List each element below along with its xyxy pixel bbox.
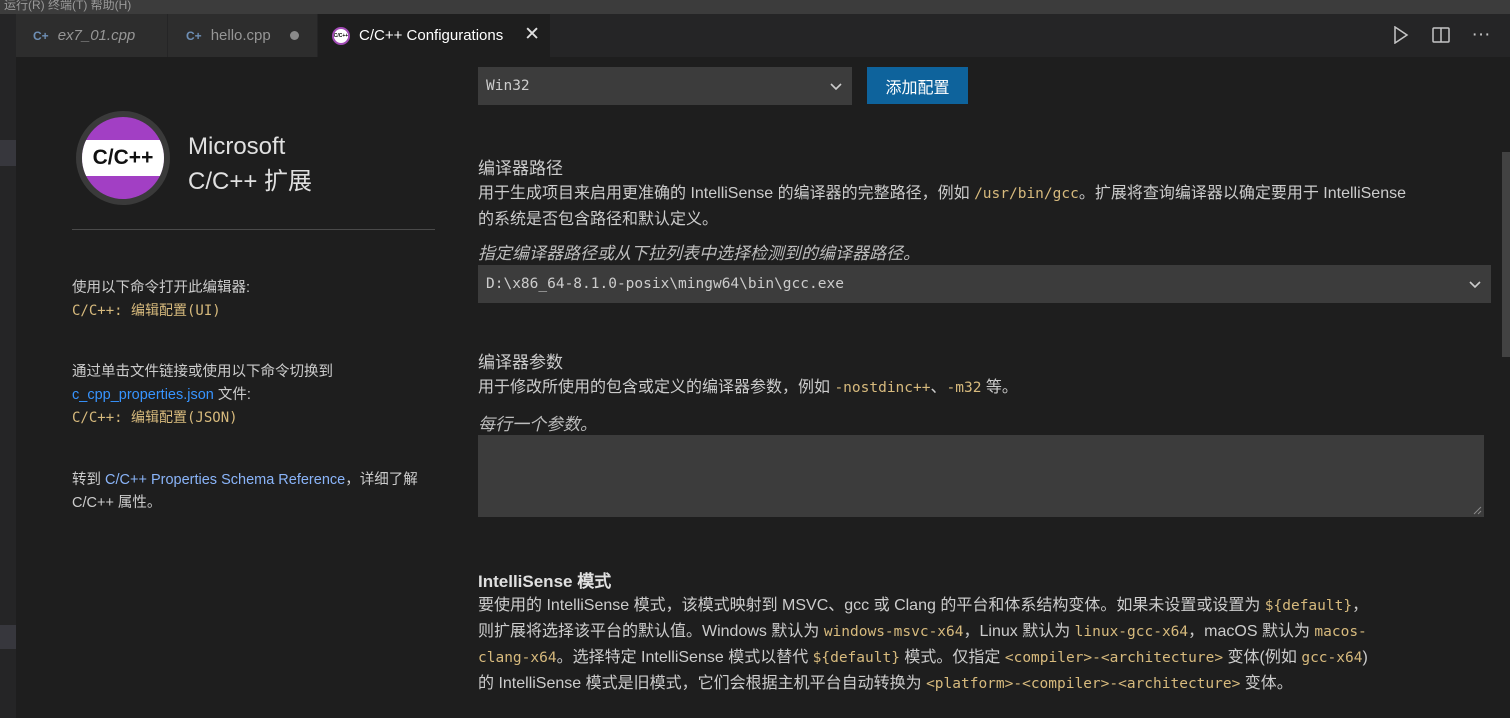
split-editor-icon[interactable] — [1428, 22, 1454, 48]
intellisense-mode-title: IntelliSense 模式 — [478, 572, 612, 591]
cpp-logo-text: C/C++ — [82, 140, 164, 176]
desc-code: windows-msvc-x64 — [823, 624, 964, 640]
tab-ex7-01[interactable]: C+ ex7_01.cpp — [16, 14, 168, 57]
desc-code: <platform>-<compiler>-<architecture> — [926, 676, 1241, 692]
tab-label: C/C++ Configurations — [359, 27, 504, 44]
tab-hello[interactable]: C+ hello.cpp — [168, 14, 318, 57]
menu-bar: 运行(R) 终端(T) 帮助(H) — [0, 0, 1510, 14]
desc-code: /usr/bin/gcc — [974, 186, 1079, 202]
open-editor-help: 使用以下命令打开此编辑器: C/C++: 编辑配置(UI) — [72, 277, 432, 323]
compiler-path-select[interactable]: D:\x86_64-8.1.0-posix\mingw64\bin\gcc.ex… — [478, 265, 1491, 303]
brand-subtitle: C/C++ 扩展 — [188, 168, 313, 195]
desc-text: 模式。仅指定 — [899, 649, 1005, 666]
desc-text: 、 — [930, 379, 947, 396]
close-icon[interactable]: ✕ — [524, 23, 540, 46]
desc-text: 变体(例如 — [1223, 649, 1302, 666]
activity-highlight — [0, 625, 16, 649]
chevron-down-icon — [1469, 281, 1481, 289]
run-icon[interactable] — [1388, 22, 1414, 48]
more-actions-icon[interactable]: ··· — [1468, 22, 1494, 48]
activity-highlight — [0, 140, 16, 166]
desc-text: 用于生成项目来启用更准确的 IntelliSense 的编译器的完整路径，例如 — [478, 185, 975, 202]
unsaved-dot-icon — [290, 31, 299, 40]
resize-grip-icon[interactable] — [1472, 505, 1482, 515]
desc-code: gcc-x64 — [1301, 650, 1363, 666]
settings-editor: C/C++ Microsoft C/C++ 扩展 使用以下命令打开此编辑器: C… — [16, 57, 1510, 718]
desc-text: 等。 — [981, 379, 1018, 396]
desc-code: <compiler>-<architecture> — [1004, 650, 1224, 666]
cpp-logo-ring: C/C++ — [82, 117, 164, 199]
schema-help: 转到 C/C++ Properties Schema Reference，详细了… — [72, 469, 432, 515]
intellisense-mode-description: 要使用的 IntelliSense 模式，该模式映射到 MSVC、gcc 或 C… — [478, 593, 1378, 697]
add-configuration-button[interactable]: 添加配置 — [867, 67, 968, 104]
editor-bottom-edge — [32, 708, 1510, 718]
activity-bar-edge — [0, 14, 16, 718]
vertical-scrollbar[interactable] — [1502, 152, 1510, 357]
configuration-value: Win32 — [486, 78, 530, 94]
tab-label: ex7_01.cpp — [57, 27, 136, 44]
chevron-down-icon — [830, 83, 842, 91]
editor-tab-bar: C+ ex7_01.cpp C+ hello.cpp C/C++ C/C++ C… — [16, 14, 1510, 57]
switch-json-help: 通过单击文件链接或使用以下命令切换到 c_cpp_properties.json… — [72, 361, 432, 430]
switch-json-command: C/C++: 编辑配置(JSON) — [72, 410, 238, 426]
desc-text: ，macOS 默认为 — [1188, 623, 1315, 640]
desc-code: -nostdinc++ — [834, 380, 931, 396]
desc-text: 。选择特定 IntelliSense 模式以替代 — [556, 649, 813, 666]
compiler-path-title: 编译器路径 — [478, 159, 563, 178]
desc-text: ，Linux 默认为 — [963, 623, 1075, 640]
compiler-path-hint: 指定编译器路径或从下拉列表中选择检测到的编译器路径。 — [478, 244, 920, 263]
sidebar-divider — [72, 229, 435, 230]
brand-title: Microsoft — [188, 133, 286, 160]
desc-text: 要使用的 IntelliSense 模式，该模式映射到 MSVC、gcc 或 C… — [478, 597, 1265, 614]
cpp-file-icon: C+ — [186, 28, 202, 43]
schema-prefix: 转到 — [72, 472, 106, 488]
compiler-path-value: D:\x86_64-8.1.0-posix\mingw64\bin\gcc.ex… — [486, 276, 844, 292]
compiler-path-description: 用于生成项目来启用更准确的 IntelliSense 的编译器的完整路径，例如 … — [478, 181, 1418, 232]
desc-code: ${default} — [812, 650, 900, 666]
menu-bar-text: 运行(R) 终端(T) 帮助(H) — [4, 0, 132, 12]
desc-text: 变体。 — [1240, 675, 1293, 692]
cpp-file-icon: C+ — [33, 28, 49, 43]
tab-cpp-configurations[interactable]: C/C++ C/C++ Configurations ✕ — [318, 14, 551, 57]
desc-code: ${default} — [1264, 598, 1353, 614]
more-actions-label: ··· — [1471, 24, 1491, 45]
desc-code: -m32 — [946, 380, 982, 396]
compiler-args-textarea[interactable] — [478, 435, 1484, 517]
json-file-link[interactable]: c_cpp_properties.json — [72, 387, 214, 403]
compiler-args-title: 编译器参数 — [478, 353, 563, 372]
cpp-extension-icon: C/C++ — [332, 26, 350, 45]
cpp-logo: C/C++ — [76, 111, 170, 205]
configuration-select[interactable]: Win32 — [478, 67, 852, 105]
switch-intro: 通过单击文件链接或使用以下命令切换到 — [72, 364, 333, 380]
open-editor-intro: 使用以下命令打开此编辑器: — [72, 280, 251, 296]
compiler-args-description: 用于修改所使用的包含或定义的编译器参数，例如 -nostdinc++、-m32 … — [478, 375, 1418, 401]
desc-code: linux-gcc-x64 — [1074, 624, 1189, 640]
open-editor-command: C/C++: 编辑配置(UI) — [72, 303, 221, 319]
tab-label: hello.cpp — [210, 27, 271, 44]
schema-reference-link[interactable]: C/C++ Properties Schema Reference — [105, 472, 345, 488]
desc-text: 用于修改所使用的包含或定义的编译器参数，例如 — [478, 379, 835, 396]
switch-file-suffix: 文件: — [213, 387, 251, 403]
compiler-args-hint: 每行一个参数。 — [478, 415, 597, 434]
